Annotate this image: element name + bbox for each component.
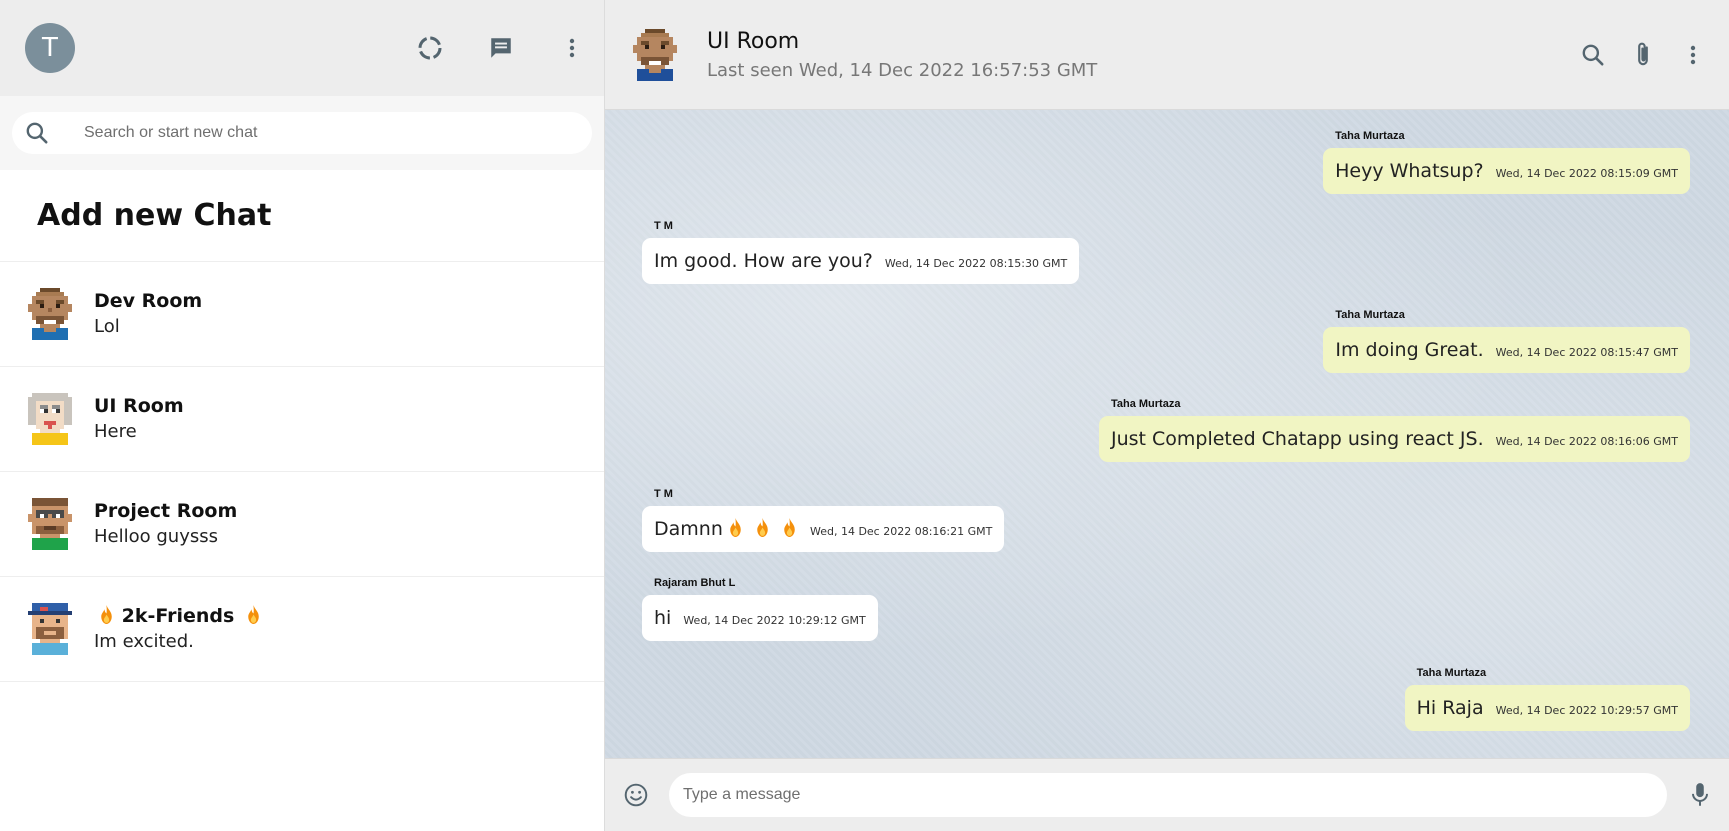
- message: T M Damnn Wed, 14 Dec 2022 08:16:21 GMT: [642, 488, 1005, 552]
- message-text-content: Damnn: [654, 518, 723, 540]
- message-composer: [605, 758, 1729, 831]
- message-sender: Rajaram Bhut L: [654, 577, 736, 589]
- chat-name: UI Room: [94, 395, 184, 417]
- message-sender: T M: [654, 220, 673, 232]
- message-list[interactable]: Taha Murtaza Heyy Whatsup? Wed, 14 Dec 2…: [605, 110, 1729, 758]
- message-timestamp: Wed, 14 Dec 2022 08:16:06 GMT: [1495, 435, 1678, 448]
- new-chat-button[interactable]: [479, 26, 523, 70]
- message-text: Im good. How are you?: [654, 250, 873, 272]
- chat-app: T Search or start new chat Add new Chat …: [0, 0, 1729, 831]
- message: T M Im good. How are you? Wed, 14 Dec 20…: [642, 220, 1080, 284]
- chat-last-message: Im excited.: [94, 631, 194, 652]
- chat-last-message: Lol: [94, 316, 120, 337]
- sidebar-menu-button[interactable]: [550, 26, 594, 70]
- user-avatar[interactable]: T: [25, 23, 75, 73]
- message-input[interactable]: [669, 773, 1667, 817]
- message-sender: Taha Murtaza: [1110, 398, 1181, 410]
- search-input[interactable]: [82, 123, 580, 143]
- message-timestamp: Wed, 14 Dec 2022 08:16:21 GMT: [809, 525, 993, 538]
- search-icon: [1582, 44, 1604, 66]
- emoji-button[interactable]: [619, 773, 653, 817]
- search-icon: [26, 122, 48, 144]
- pixel-avatar-brown-icon: [28, 288, 72, 340]
- room-title: UI Room: [707, 28, 800, 54]
- chat-last-message: Here: [94, 421, 137, 442]
- chat-pane: UI Room Last seen Wed, 14 Dec 2022 16:57…: [605, 0, 1729, 831]
- chat-name: 2k-Friends: [94, 603, 262, 629]
- chat-list-item[interactable]: UI Room Here: [0, 367, 604, 472]
- message: Taha Murtaza Just Completed Chatapp usin…: [1098, 398, 1690, 462]
- search-messages-button[interactable]: [1571, 33, 1615, 77]
- message: Taha Murtaza Heyy Whatsup? Wed, 14 Dec 2…: [1323, 130, 1690, 194]
- message-text: Hi Raja: [1416, 697, 1484, 719]
- message-sender: T M: [654, 488, 673, 500]
- search-bar: [0, 96, 604, 170]
- voice-message-button[interactable]: [1685, 773, 1715, 817]
- pixel-avatar-grey-hair-icon: [28, 393, 72, 445]
- attach-button[interactable]: [1621, 33, 1665, 77]
- message-sender: Taha Murtaza: [1335, 130, 1405, 142]
- more-vert-icon: [1690, 45, 1696, 65]
- message-bubble-incoming: Damnn Wed, 14 Dec 2022 08:16:21 GMT: [642, 506, 1005, 552]
- sidebar-header: T: [0, 0, 604, 96]
- message-timestamp: Wed, 14 Dec 2022 08:15:09 GMT: [1495, 167, 1678, 180]
- emoji-icon: [624, 783, 648, 807]
- fire-emoji-icon: [781, 517, 798, 538]
- message-text: Damnn: [654, 517, 798, 541]
- chat-list-item[interactable]: Dev Room Lol: [0, 262, 604, 367]
- message-text: Just Completed Chatapp using react JS.: [1110, 428, 1484, 450]
- chat-header-actions: [1565, 0, 1715, 110]
- chat-name-text: 2k-Friends: [121, 605, 235, 627]
- message-timestamp: Wed, 14 Dec 2022 08:15:47 GMT: [1495, 346, 1678, 359]
- sidebar-actions: [381, 0, 594, 96]
- search-box: [12, 112, 592, 154]
- message-timestamp: Wed, 14 Dec 2022 08:15:30 GMT: [884, 257, 1068, 270]
- last-seen-text: Last seen Wed, 14 Dec 2022 16:57:53 GMT: [707, 59, 1098, 81]
- chat-last-message: Helloo guysss: [94, 526, 218, 547]
- fire-emoji-icon: [754, 517, 771, 538]
- chat-header: UI Room Last seen Wed, 14 Dec 2022 16:57…: [605, 0, 1729, 110]
- message-bubble-incoming: Im good. How are you? Wed, 14 Dec 2022 0…: [642, 238, 1080, 284]
- pixel-avatar-glasses-icon: [28, 498, 72, 550]
- message-bubble-incoming: hi Wed, 14 Dec 2022 10:29:12 GMT: [642, 595, 878, 641]
- chat-header-info: UI Room Last seen Wed, 14 Dec 2022 16:57…: [707, 29, 1097, 81]
- message-bubble-outgoing: Im doing Great. Wed, 14 Dec 2022 08:15:4…: [1323, 327, 1690, 373]
- add-new-chat-button[interactable]: Add new Chat: [0, 170, 604, 262]
- chat-name: Project Room: [94, 500, 238, 522]
- message: Rajaram Bhut L hi Wed, 14 Dec 2022 10:29…: [642, 577, 878, 641]
- room-avatar-icon[interactable]: [633, 28, 677, 81]
- more-vert-icon: [569, 38, 575, 58]
- status-button[interactable]: [408, 26, 452, 70]
- message-sender: Taha Murtaza: [1335, 309, 1405, 321]
- fire-emoji-icon: [727, 517, 744, 538]
- paperclip-icon: [1638, 42, 1648, 66]
- message: Taha Murtaza Hi Raja Wed, 14 Dec 2022 10…: [1404, 667, 1690, 731]
- message-timestamp: Wed, 14 Dec 2022 10:29:57 GMT: [1495, 704, 1678, 717]
- message-bubble-outgoing: Hi Raja Wed, 14 Dec 2022 10:29:57 GMT: [1404, 685, 1690, 731]
- message-bubble-outgoing: Just Completed Chatapp using react JS. W…: [1098, 416, 1690, 462]
- sidebar: T Search or start new chat Add new Chat …: [0, 0, 605, 831]
- message-sender: Taha Murtaza: [1416, 667, 1487, 679]
- message-text: hi: [654, 607, 672, 629]
- message-timestamp: Wed, 14 Dec 2022 10:29:12 GMT: [683, 614, 866, 627]
- chat-name: Dev Room: [94, 290, 203, 312]
- fire-emoji-icon: [98, 604, 115, 625]
- chat-icon: [491, 38, 511, 58]
- status-icon: [418, 36, 442, 60]
- message-bubble-outgoing: Heyy Whatsup? Wed, 14 Dec 2022 08:15:09 …: [1323, 148, 1690, 194]
- chat-list-item[interactable]: Project Room Helloo guysss: [0, 472, 604, 577]
- message: Taha Murtaza Im doing Great. Wed, 14 Dec…: [1323, 309, 1690, 373]
- pixel-avatar-cap-icon: [28, 603, 72, 655]
- microphone-icon: [1692, 783, 1708, 806]
- chat-menu-button[interactable]: [1671, 33, 1715, 77]
- message-text: Im doing Great.: [1335, 339, 1484, 361]
- message-text: Heyy Whatsup?: [1335, 160, 1484, 182]
- chat-list-item[interactable]: 2k-Friends Im excited.: [0, 577, 604, 682]
- fire-emoji-icon: [245, 604, 262, 625]
